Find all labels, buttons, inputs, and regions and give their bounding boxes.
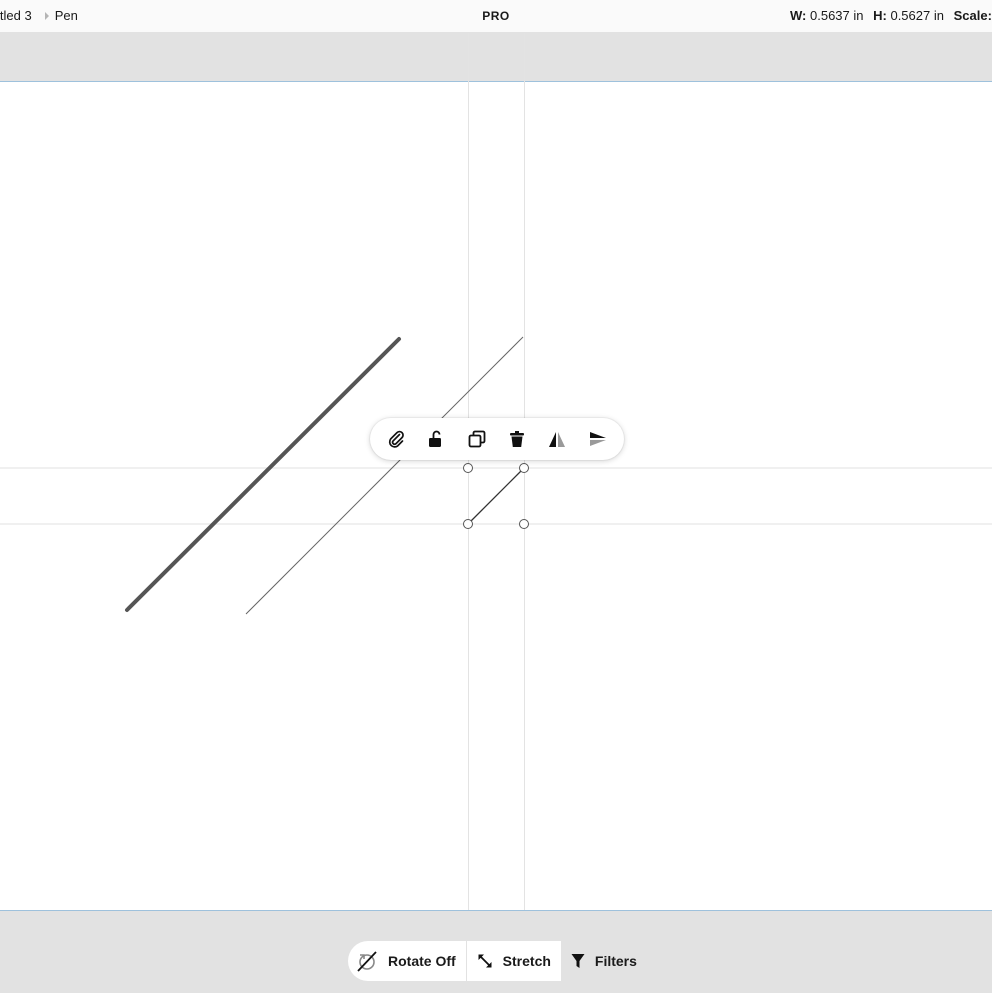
drawing-canvas[interactable] [0, 0, 992, 992]
selection-handle-bottom-right[interactable] [519, 519, 529, 529]
pen-stroke-selected[interactable] [467, 467, 525, 525]
stretch-label: Stretch [502, 953, 551, 969]
rotate-label: Rotate Off [388, 953, 456, 969]
rotate-off-icon [357, 951, 377, 972]
selection-handle-top-right[interactable] [519, 463, 529, 473]
top-bar: itled 3 Pen PRO W: 0.5637 in H: 0.5627 i… [0, 0, 992, 33]
stretch-toggle[interactable]: Stretch [466, 941, 561, 981]
dimension-readout: W: 0.5637 in H: 0.5627 in Scale: 10 [790, 8, 992, 23]
filters-button[interactable]: Filters [560, 941, 645, 981]
transform-controls: Rotate Off Stretch Filters [348, 941, 645, 981]
flip-horizontal-button[interactable] [540, 422, 574, 456]
filter-icon [571, 954, 585, 968]
delete-button[interactable] [500, 422, 534, 456]
selection-handle-bottom-left[interactable] [463, 519, 473, 529]
unlock-icon [429, 430, 442, 447]
pen-stroke-thin[interactable] [245, 336, 524, 615]
lock-toggle-button[interactable] [419, 422, 453, 456]
flip-horizontal-icon [549, 432, 566, 447]
selection-handle-top-left[interactable] [463, 463, 473, 473]
pen-stroke-thick[interactable] [125, 337, 401, 612]
flip-vertical-button[interactable] [581, 422, 615, 456]
filters-label: Filters [594, 953, 637, 969]
flip-vertical-icon [589, 432, 606, 446]
canvas-top-margin [0, 33, 992, 82]
attach-button[interactable] [379, 422, 413, 456]
scale-label: Scale: [953, 8, 992, 23]
height-label: H: [873, 8, 887, 23]
duplicate-button[interactable] [460, 422, 494, 456]
rotate-toggle[interactable]: Rotate Off [348, 941, 467, 981]
selection-toolbar [370, 418, 624, 460]
trash-icon [510, 431, 525, 447]
height-value: 0.5627 in [890, 8, 944, 23]
width-value: 0.5637 in [810, 8, 864, 23]
width-label: W: [790, 8, 807, 23]
stretch-icon [478, 954, 492, 968]
paperclip-icon [389, 430, 405, 448]
duplicate-icon [468, 430, 486, 448]
